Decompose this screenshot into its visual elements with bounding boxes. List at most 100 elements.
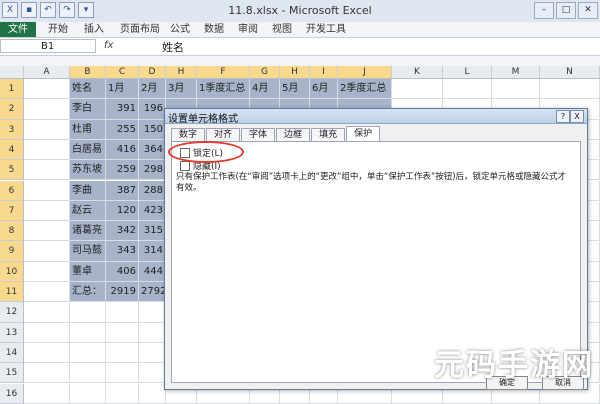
column-header[interactable]: D <box>139 66 166 79</box>
table-cell[interactable]: 315 <box>139 221 166 242</box>
tab-number[interactable]: 数字 <box>171 128 206 142</box>
column-header[interactable]: N <box>540 66 600 79</box>
table-cell[interactable] <box>24 261 70 282</box>
column-header[interactable]: J <box>338 66 392 79</box>
table-cell[interactable]: 5月 <box>280 79 310 100</box>
column-header[interactable]: G <box>250 66 280 79</box>
tab-developer[interactable]: 开发工具 <box>302 22 350 37</box>
row-header[interactable]: 2 <box>0 99 24 120</box>
table-cell[interactable]: 赵云 <box>70 200 106 222</box>
table-cell[interactable] <box>70 383 106 404</box>
help-icon[interactable]: ? <box>556 110 570 123</box>
row-header[interactable]: 5 <box>0 160 24 181</box>
row-header[interactable]: 9 <box>0 241 24 262</box>
tab-data[interactable]: 数据 <box>200 22 228 37</box>
table-cell[interactable]: 416 <box>106 139 139 161</box>
column-header[interactable]: K <box>392 66 443 79</box>
table-cell[interactable]: 120 <box>106 200 139 222</box>
table-cell[interactable] <box>106 342 139 364</box>
table-cell[interactable]: 343 <box>106 241 139 262</box>
column-header[interactable]: F <box>197 66 250 79</box>
close-icon[interactable]: ✕ <box>578 2 598 19</box>
table-cell[interactable]: 314 <box>139 241 166 262</box>
row-header[interactable]: 6 <box>0 180 24 201</box>
table-cell[interactable] <box>24 302 70 323</box>
table-cell[interactable] <box>106 302 139 323</box>
row-header[interactable]: 3 <box>0 119 24 140</box>
row-header[interactable]: 8 <box>0 221 24 242</box>
name-box[interactable]: B1 <box>0 39 96 53</box>
table-cell[interactable]: 444 <box>139 261 166 282</box>
row-header[interactable]: 10 <box>0 261 24 282</box>
table-cell[interactable]: 1季度汇总 <box>197 79 250 100</box>
table-cell[interactable] <box>24 342 70 364</box>
table-cell[interactable] <box>106 322 139 343</box>
row-header[interactable]: 15 <box>0 363 24 384</box>
column-header[interactable]: H <box>166 66 197 79</box>
table-cell[interactable] <box>139 322 166 343</box>
table-cell[interactable] <box>24 79 70 100</box>
table-cell[interactable]: 2季度汇总 <box>338 79 392 100</box>
tab-border[interactable]: 边框 <box>276 128 311 142</box>
table-cell[interactable] <box>70 342 106 364</box>
table-cell[interactable]: 司马懿 <box>70 241 106 262</box>
tab-home[interactable]: 开始 <box>44 22 72 37</box>
column-header[interactable]: H <box>280 66 310 79</box>
dialog-close-icon[interactable]: X <box>570 110 584 123</box>
table-cell[interactable] <box>24 119 70 140</box>
table-cell[interactable]: 298 <box>139 160 166 181</box>
row-header[interactable]: 7 <box>0 200 24 222</box>
table-cell[interactable] <box>139 363 166 384</box>
table-cell[interactable] <box>24 241 70 262</box>
table-cell[interactable] <box>24 221 70 242</box>
table-cell[interactable]: 2月 <box>139 79 166 100</box>
table-cell[interactable]: 406 <box>106 261 139 282</box>
tab-font[interactable]: 字体 <box>241 128 276 142</box>
row-header[interactable]: 16 <box>0 383 24 404</box>
hidden-checkbox[interactable] <box>180 160 190 171</box>
tab-page-layout[interactable]: 页面布局 <box>116 22 164 37</box>
table-cell[interactable]: 364 <box>139 139 166 161</box>
table-cell[interactable] <box>24 139 70 161</box>
table-cell[interactable]: 董卓 <box>70 261 106 282</box>
tab-insert[interactable]: 插入 <box>80 22 108 37</box>
tab-file[interactable]: 文件 <box>0 22 36 37</box>
table-cell[interactable]: 李白 <box>70 99 106 120</box>
row-header[interactable]: 13 <box>0 322 24 343</box>
table-cell[interactable]: 杜甫 <box>70 119 106 140</box>
row-header[interactable]: 11 <box>0 282 24 303</box>
column-header[interactable]: C <box>106 66 139 79</box>
table-cell[interactable]: 288 <box>139 180 166 201</box>
table-cell[interactable] <box>24 200 70 222</box>
table-cell[interactable]: 6月 <box>310 79 338 100</box>
table-cell[interactable] <box>392 79 443 100</box>
table-cell[interactable] <box>492 79 540 100</box>
column-header[interactable]: B <box>70 66 106 79</box>
table-cell[interactable]: 苏东坡 <box>70 160 106 181</box>
table-cell[interactable]: 姓名 <box>70 79 106 100</box>
column-header[interactable]: M <box>492 66 540 79</box>
tab-alignment[interactable]: 对齐 <box>206 128 241 142</box>
maximize-icon[interactable]: □ <box>556 2 576 19</box>
table-cell[interactable]: 423 <box>139 200 166 222</box>
table-cell[interactable]: 4月 <box>250 79 280 100</box>
table-cell[interactable]: 387 <box>106 180 139 201</box>
table-cell[interactable] <box>24 282 70 303</box>
table-cell[interactable] <box>24 322 70 343</box>
table-cell[interactable]: 汇总： <box>70 282 106 303</box>
table-cell[interactable]: 1月 <box>106 79 139 100</box>
table-cell[interactable] <box>106 363 139 384</box>
tab-review[interactable]: 审阅 <box>234 22 262 37</box>
tab-formulas[interactable]: 公式 <box>166 22 194 37</box>
table-cell[interactable] <box>24 180 70 201</box>
table-cell[interactable] <box>24 363 70 384</box>
table-cell[interactable] <box>24 99 70 120</box>
table-cell[interactable]: 2919 <box>106 282 139 303</box>
table-cell[interactable] <box>139 302 166 323</box>
table-cell[interactable]: 2792 <box>139 282 166 303</box>
table-cell[interactable] <box>24 160 70 181</box>
table-cell[interactable] <box>443 79 492 100</box>
formula-input[interactable]: 姓名 <box>162 39 184 55</box>
table-cell[interactable]: 白居易 <box>70 139 106 161</box>
table-cell[interactable]: 342 <box>106 221 139 242</box>
